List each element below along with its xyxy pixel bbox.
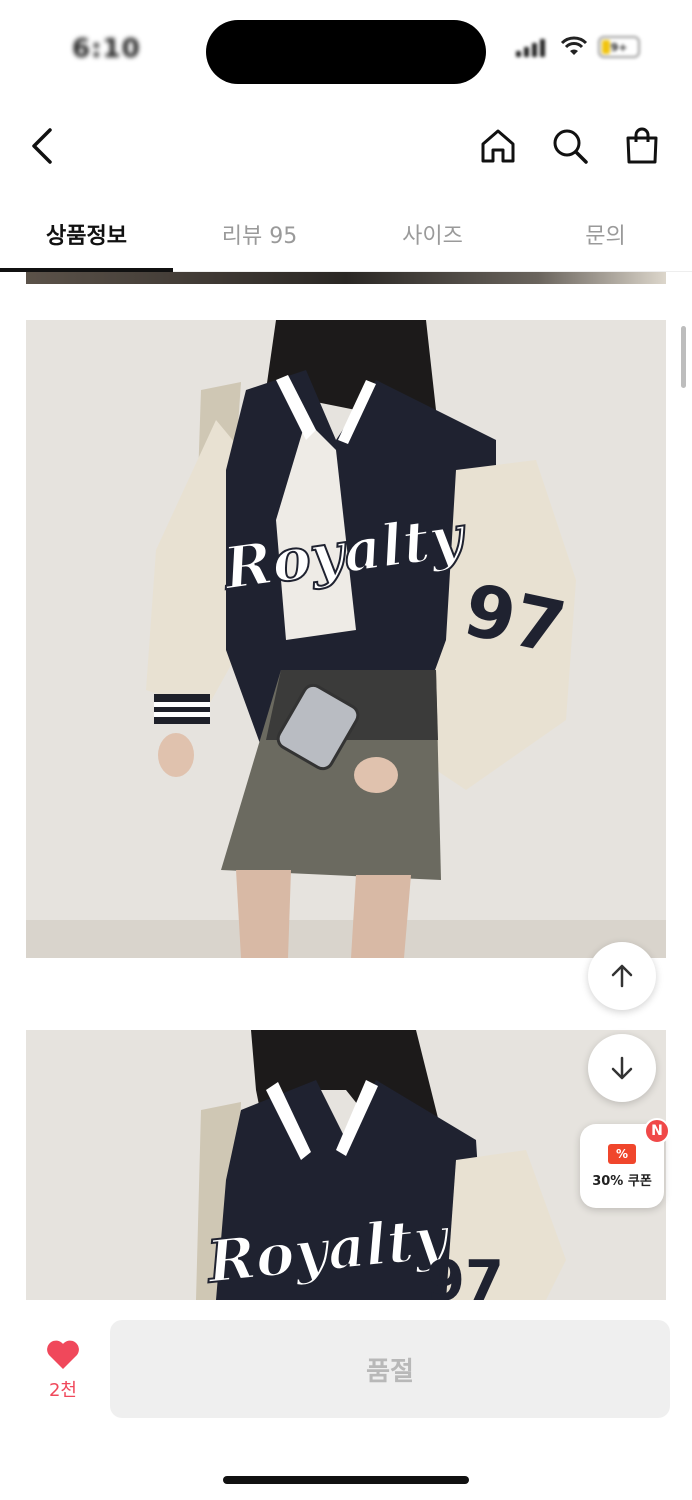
home-indicator: [223, 1476, 469, 1484]
product-image: 97 Royalty: [26, 320, 666, 958]
back-button[interactable]: [24, 124, 64, 168]
home-icon: [481, 129, 515, 163]
svg-text:97: 97: [426, 1249, 504, 1300]
coupon-label: 30% 쿠폰: [592, 1173, 652, 1189]
coupon-icon: %: [608, 1143, 636, 1164]
cart-button[interactable]: [622, 124, 662, 168]
product-image-partial: [26, 272, 666, 284]
tab-reviews[interactable]: 리뷰 95: [173, 200, 346, 271]
home-button[interactable]: [478, 124, 518, 168]
tab-size[interactable]: 사이즈: [346, 200, 519, 271]
detail-tabs: 상품정보 리뷰 95 사이즈 문의: [0, 200, 692, 272]
tab-inquiry[interactable]: 문의: [519, 200, 692, 271]
coupon-button[interactable]: % 30% 쿠폰 N: [580, 1118, 670, 1208]
shopping-bag-icon: [626, 127, 658, 164]
signal-icon: [516, 37, 550, 57]
wifi-icon: [560, 36, 588, 55]
dynamic-island: [206, 20, 486, 84]
battery-icon: 9+: [598, 36, 640, 58]
chevron-left-icon: [32, 128, 52, 164]
bottom-action-bar: 2천 품절: [0, 1300, 692, 1500]
arrow-up-icon: [611, 964, 633, 988]
top-nav: [0, 110, 692, 190]
like-button[interactable]: 2천: [34, 1340, 92, 1402]
status-time: 6:10: [72, 34, 141, 64]
search-icon: [553, 129, 588, 164]
status-bar: 6:10 9+: [0, 0, 692, 100]
scroll-bottom-button[interactable]: [588, 1034, 656, 1102]
scrollbar[interactable]: [681, 326, 686, 388]
arrow-down-icon: [611, 1056, 633, 1080]
product-image: Royalty 97: [26, 1030, 666, 1300]
battery-level: 9+: [610, 40, 628, 54]
like-count: 2천: [48, 1380, 77, 1401]
scroll-top-button[interactable]: [588, 942, 656, 1010]
new-badge: N: [644, 1118, 670, 1144]
status-icons: 9+: [516, 36, 640, 58]
search-button[interactable]: [550, 124, 590, 168]
tab-product-info[interactable]: 상품정보: [0, 200, 173, 272]
soldout-button[interactable]: 품절: [110, 1320, 670, 1418]
heart-icon: [47, 1340, 79, 1369]
